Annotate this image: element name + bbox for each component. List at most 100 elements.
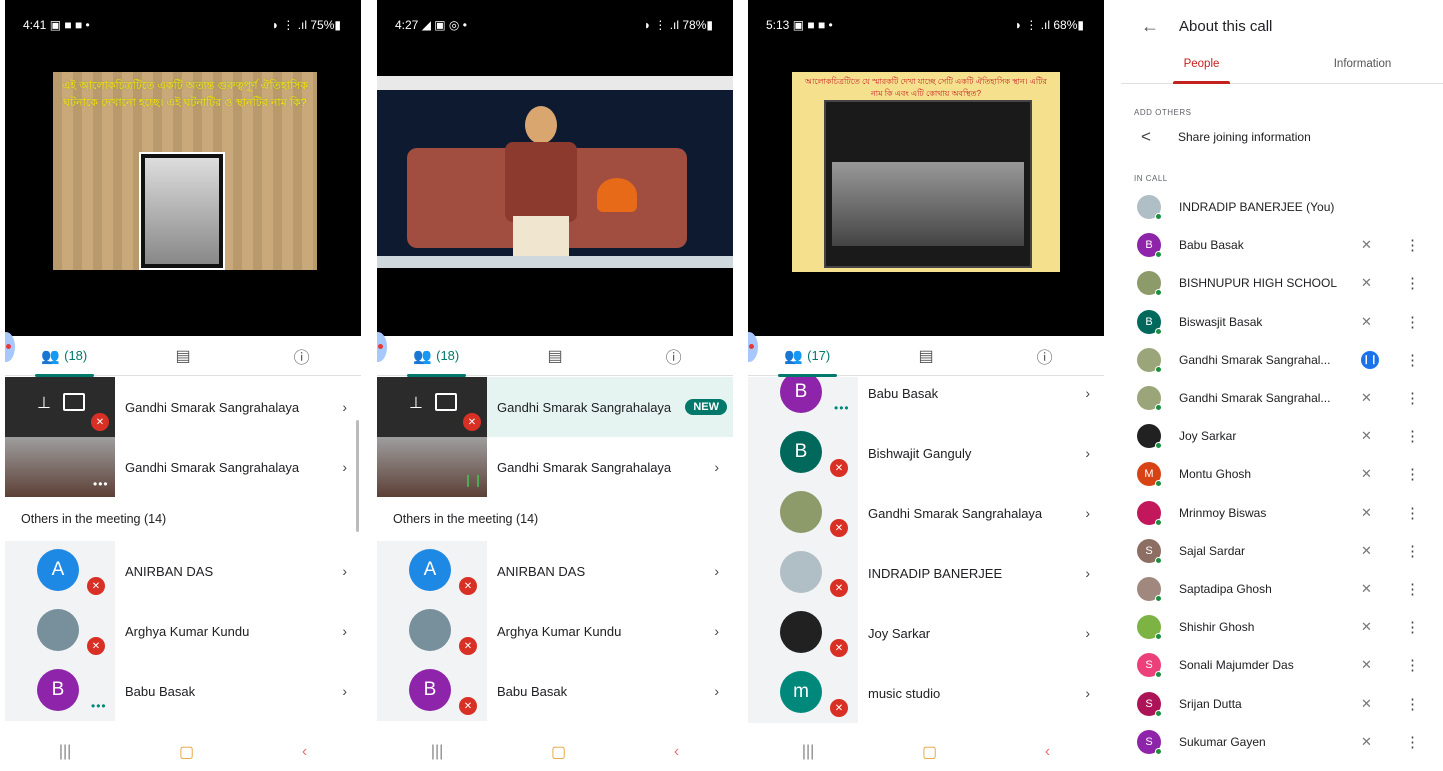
presentation-video[interactable]: আলোকচিত্রটিতে যে স্মারকটি দেখা যাচ্ছে সে… — [748, 44, 1104, 336]
in-call-participant-row[interactable]: S Sonali Majumder Das ✕ ⋮ — [1121, 646, 1443, 684]
chevron-right-icon[interactable]: › — [342, 563, 347, 579]
chevron-right-icon[interactable]: › — [1085, 505, 1090, 521]
chevron-right-icon[interactable]: › — [342, 399, 347, 415]
participant-row[interactable]: ✕ Gandhi Smarak Sangrahalaya › — [748, 483, 1104, 543]
participant-row[interactable]: ✕ Arghya Kumar Kundu › — [5, 601, 361, 661]
in-call-participant-row[interactable]: Gandhi Smarak Sangrahal... ❙❙ ⋮ — [1121, 341, 1443, 379]
in-call-participant-row[interactable]: B Biswasjit Basak ✕ ⋮ — [1121, 303, 1443, 341]
in-call-participant-row[interactable]: M Montu Ghosh ✕ ⋮ — [1121, 455, 1443, 493]
more-options-icon[interactable]: ⋮ — [1405, 274, 1420, 292]
pinned-participant-row[interactable]: ❙❙ Gandhi Smarak Sangrahalaya › — [377, 437, 733, 497]
presentation-video[interactable] — [377, 44, 733, 336]
participant-row[interactable]: ✕ Joy Sarkar › — [748, 603, 1104, 663]
chevron-right-icon[interactable]: › — [714, 623, 719, 639]
more-options-icon[interactable]: ⋮ — [1405, 351, 1420, 369]
participant-row[interactable]: m ✕ music studio › — [748, 663, 1104, 723]
more-options-icon[interactable]: ⋮ — [1405, 389, 1420, 407]
more-options-icon[interactable]: ⋮ — [1405, 580, 1420, 598]
in-call-participant-row[interactable]: S Sajal Sardar ✕ ⋮ — [1121, 532, 1443, 570]
chevron-right-icon[interactable]: › — [714, 563, 719, 579]
participant-name: Gandhi Smarak Sangrahalaya — [497, 399, 672, 415]
in-call-participant-row[interactable]: Saptadipa Ghosh ✕ ⋮ — [1121, 570, 1443, 608]
in-call-participant-row[interactable]: S Srijan Dutta ✕ ⋮ — [1121, 684, 1443, 722]
chevron-right-icon[interactable]: › — [342, 459, 347, 475]
in-call-participant-row[interactable]: Shishir Ghosh ✕ ⋮ — [1121, 608, 1443, 646]
tab-info[interactable]: ⓘ — [985, 336, 1104, 376]
tab-chat[interactable]: ▤ — [867, 336, 986, 376]
participant-row[interactable]: ✕ INDRADIP BANERJEE › — [748, 543, 1104, 603]
chevron-right-icon[interactable]: › — [1085, 385, 1090, 401]
tab-people[interactable]: 👥 (18) — [377, 336, 496, 377]
pin-icon[interactable]: ⊥ — [409, 393, 423, 413]
more-options-icon[interactable]: ⋮ — [1405, 656, 1420, 674]
scrollbar[interactable] — [356, 420, 359, 532]
more-options-icon[interactable]: ⋮ — [1405, 733, 1420, 751]
recents-icon[interactable]: ||| — [802, 743, 814, 761]
chevron-right-icon[interactable]: › — [1085, 565, 1090, 581]
more-options-icon[interactable]: ⋮ — [1405, 695, 1420, 713]
share-joining-info-button[interactable]: < Share joining information — [1121, 118, 1443, 156]
chevron-right-icon[interactable]: › — [714, 683, 719, 699]
avatar — [1137, 615, 1162, 641]
more-options-icon[interactable]: ⋮ — [1405, 313, 1420, 331]
more-options-icon[interactable]: ⋮ — [1405, 427, 1420, 445]
in-call-participant-row[interactable]: INDRADIP BANERJEE (You) — [1121, 188, 1443, 226]
chevron-right-icon[interactable]: › — [342, 623, 347, 639]
more-options-icon[interactable]: ⋮ — [1405, 618, 1420, 636]
avatar — [1137, 271, 1162, 297]
participant-row[interactable]: B ✕ Bishwajit Ganguly › — [748, 423, 1104, 483]
tab-chat[interactable]: ▤ — [496, 336, 615, 376]
tab-info[interactable]: ⓘ — [614, 336, 733, 376]
home-icon[interactable]: ▢ — [551, 742, 566, 762]
chevron-right-icon[interactable]: › — [342, 683, 347, 699]
tab-information[interactable]: Information — [1282, 52, 1443, 83]
tab-people[interactable]: People — [1121, 52, 1282, 84]
in-call-participant-row[interactable]: S Sukumar Gayen ✕ ⋮ — [1121, 723, 1443, 761]
presentation-video[interactable]: এই আলোকচিত্রটিতে একটি অত্যন্ত গুরুত্বপূর… — [5, 44, 361, 336]
present-screen-icon[interactable] — [435, 393, 457, 411]
back-icon[interactable]: ‹ — [674, 743, 679, 761]
more-options-icon[interactable]: ⋮ — [1405, 542, 1420, 560]
home-icon[interactable]: ▢ — [922, 742, 937, 762]
in-call-participant-row[interactable]: B Babu Basak ✕ ⋮ — [1121, 226, 1443, 264]
avatar: S — [1137, 691, 1162, 717]
participant-row[interactable]: ✕ Arghya Kumar Kundu › — [377, 601, 733, 661]
in-call-participant-row[interactable]: Joy Sarkar ✕ ⋮ — [1121, 417, 1443, 455]
pin-icon[interactable]: ⊥ — [37, 393, 51, 413]
cartoon-man — [499, 106, 583, 256]
more-options-icon[interactable]: ⋮ — [1405, 465, 1420, 483]
cartoon-vest — [505, 142, 577, 222]
online-dot — [1155, 289, 1162, 297]
pinned-participant-row[interactable]: ⊥ ✕ Gandhi Smarak Sangrahalaya › — [5, 377, 361, 437]
chevron-right-icon[interactable]: › — [1085, 445, 1090, 461]
in-call-participant-row[interactable]: Mrinmoy Biswas ✕ ⋮ — [1121, 494, 1443, 532]
participant-name: Babu Basak — [868, 385, 939, 401]
pinned-participant-row[interactable]: ⊥ ✕ Gandhi Smarak Sangrahalaya NEW — [377, 377, 733, 437]
chevron-right-icon[interactable]: › — [1085, 625, 1090, 641]
recents-icon[interactable]: ||| — [431, 743, 443, 761]
more-options-icon[interactable]: ⋮ — [1405, 236, 1420, 254]
back-arrow-icon[interactable]: ← — [1121, 16, 1179, 37]
pinned-participant-row[interactable]: ••• Gandhi Smarak Sangrahalaya › — [5, 437, 361, 497]
home-icon[interactable]: ▢ — [179, 742, 194, 762]
participant-row[interactable]: A ✕ ANIRBAN DAS › — [5, 541, 361, 601]
participant-row[interactable]: B ••• Babu Basak › — [5, 661, 361, 721]
chevron-right-icon[interactable]: › — [1085, 685, 1090, 701]
avatar: S — [1137, 729, 1162, 755]
participant-row[interactable]: A ✕ ANIRBAN DAS › — [377, 541, 733, 601]
tab-info[interactable]: ⓘ — [242, 336, 361, 376]
tab-people[interactable]: 👥 (17) — [748, 336, 867, 377]
present-screen-icon[interactable] — [63, 393, 85, 411]
back-icon[interactable]: ‹ — [302, 743, 307, 761]
chevron-right-icon[interactable]: › — [714, 459, 719, 475]
participant-row[interactable]: B ••• Babu Basak › — [748, 377, 1104, 423]
recents-icon[interactable]: ||| — [59, 743, 71, 761]
in-call-participant-row[interactable]: Gandhi Smarak Sangrahal... ✕ ⋮ — [1121, 379, 1443, 417]
tab-chat[interactable]: ▤ — [124, 336, 243, 376]
quiz-slide: আলোকচিত্রটিতে যে স্মারকটি দেখা যাচ্ছে সে… — [792, 72, 1060, 272]
in-call-participant-row[interactable]: BISHNUPUR HIGH SCHOOL ✕ ⋮ — [1121, 264, 1443, 302]
back-icon[interactable]: ‹ — [1045, 743, 1050, 761]
more-options-icon[interactable]: ⋮ — [1405, 504, 1420, 522]
participant-row[interactable]: B ✕ Babu Basak › — [377, 661, 733, 721]
tab-people[interactable]: 👥 (18) — [5, 336, 124, 377]
